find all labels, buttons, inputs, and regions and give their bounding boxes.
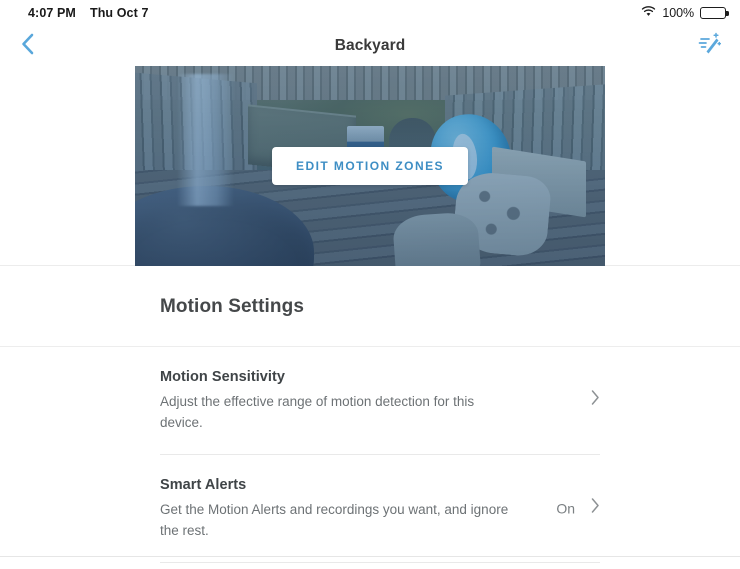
bottom-divider xyxy=(0,556,740,557)
chevron-left-icon xyxy=(20,32,36,61)
status-time: 4:07 PM xyxy=(28,6,76,20)
motion-settings-header: Motion Settings xyxy=(0,266,740,347)
row-description: Get the Motion Alerts and recordings you… xyxy=(160,501,509,538)
magic-wand-button[interactable] xyxy=(690,29,728,63)
section-title: Motion Settings xyxy=(160,296,304,317)
magic-wand-icon xyxy=(697,32,722,61)
row-description: Adjust the effective range of motion det… xyxy=(160,394,475,430)
row-text: Motion Sensitivity Adjust the effective … xyxy=(160,369,600,434)
wifi-icon xyxy=(641,6,656,20)
battery-percent-label: 100% xyxy=(662,6,694,20)
setting-row-motion-sensitivity[interactable]: Motion Sensitivity Adjust the effective … xyxy=(160,347,600,455)
page-title: Backyard xyxy=(334,37,406,54)
nav-bar: Backyard xyxy=(0,26,740,66)
status-bar-left: 4:07 PM Thu Oct 7 xyxy=(28,6,149,20)
setting-row-advanced-settings[interactable]: Advanced Settings Customize motion detec… xyxy=(160,563,600,569)
row-title: Smart Alerts xyxy=(160,476,247,493)
motion-settings-list: Motion Sensitivity Adjust the effective … xyxy=(0,347,740,569)
chevron-right-icon xyxy=(591,498,600,519)
row-title: Motion Sensitivity xyxy=(160,369,285,385)
row-text: Smart Alerts Get the Motion Alerts and r… xyxy=(160,477,600,542)
status-date: Thu Oct 7 xyxy=(89,6,149,20)
status-bar: 4:07 PM Thu Oct 7 100% xyxy=(0,0,740,26)
camera-preview-section: EDIT MOTION ZONES xyxy=(0,66,740,266)
chevron-right-icon xyxy=(591,390,600,411)
edit-motion-zones-button[interactable]: EDIT MOTION ZONES xyxy=(272,147,468,185)
row-right: On xyxy=(556,498,600,519)
battery-full-icon xyxy=(700,7,729,19)
status-bar-right: 100% xyxy=(641,6,729,20)
back-button[interactable] xyxy=(8,28,48,64)
camera-still-image[interactable]: EDIT MOTION ZONES xyxy=(135,66,605,266)
row-right xyxy=(575,390,600,411)
setting-row-smart-alerts[interactable]: Smart Alerts Get the Motion Alerts and r… xyxy=(160,455,600,563)
row-value: On xyxy=(556,500,575,517)
